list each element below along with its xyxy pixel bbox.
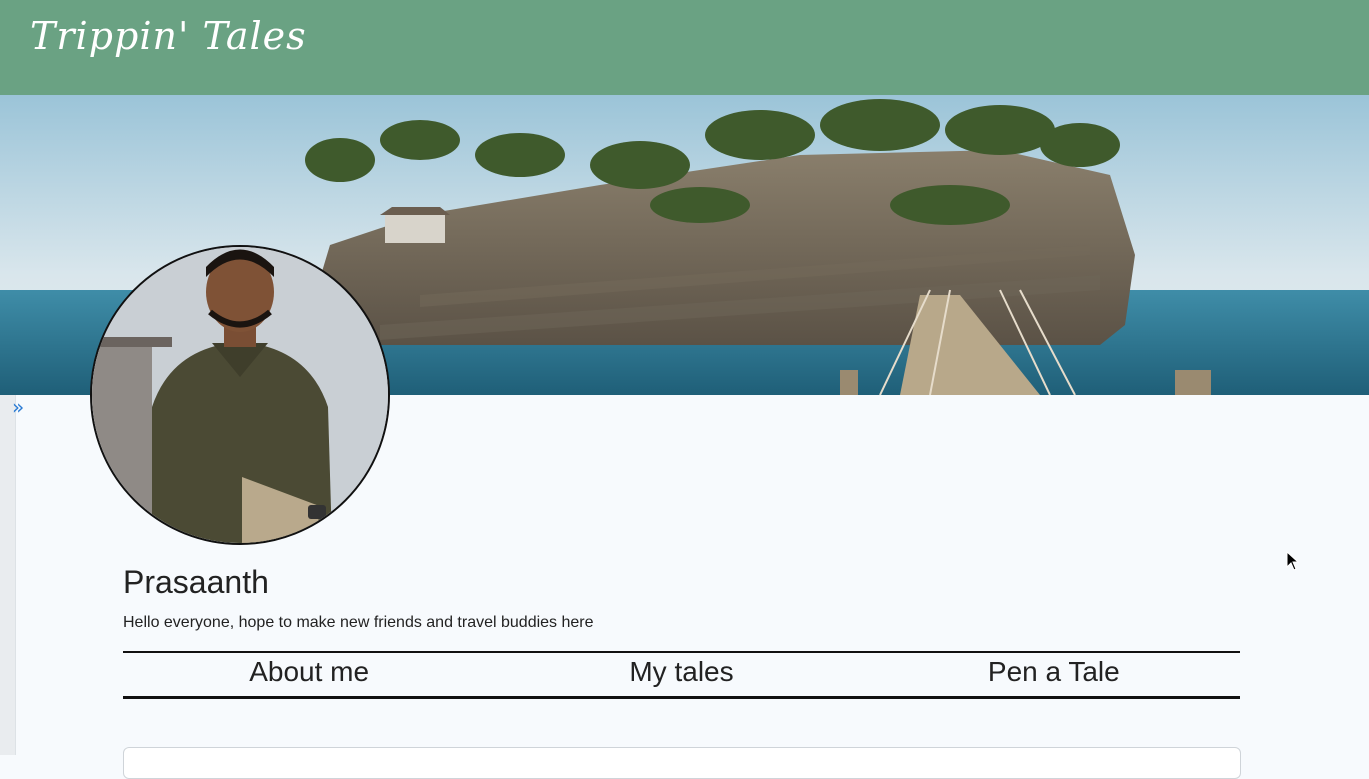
profile-bio: Hello everyone, hope to make new friends… (123, 614, 594, 631)
profile-tabs: About me My tales Pen a Tale (123, 651, 1240, 699)
sidebar-collapsed (0, 395, 16, 755)
profile-name: Prasaanth (123, 564, 269, 600)
avatar-photo (92, 247, 388, 543)
brand-logo-text[interactable]: Trippin' Tales (30, 14, 307, 58)
content-card (123, 747, 1241, 779)
mouse-cursor-icon (1286, 550, 1300, 576)
chevron-double-right-icon[interactable]: » (12, 397, 32, 417)
tab-about-me[interactable]: About me (123, 653, 495, 696)
tab-my-tales[interactable]: My tales (495, 653, 867, 696)
app-header: Trippin' Tales (0, 0, 1369, 95)
avatar[interactable] (90, 245, 390, 545)
tab-pen-a-tale[interactable]: Pen a Tale (868, 653, 1240, 696)
